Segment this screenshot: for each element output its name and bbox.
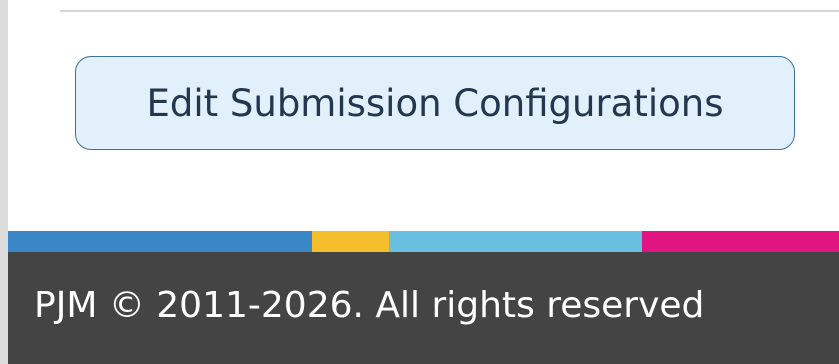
left-border: [0, 0, 8, 364]
section-divider: [60, 10, 839, 12]
main-content: Edit Submission Configurations: [8, 0, 839, 231]
edit-submission-configurations-button[interactable]: Edit Submission Configurations: [75, 56, 795, 150]
footer: PJM © 2011-2026. All rights reserved: [8, 252, 839, 364]
stripe-segment-yellow: [312, 231, 389, 252]
stripe-segment-light-blue: [389, 231, 642, 252]
page: Edit Submission Configurations PJM © 201…: [0, 0, 839, 364]
stripe-segment-blue: [8, 231, 312, 252]
footer-color-stripe: [8, 231, 839, 252]
footer-copyright-text: PJM © 2011-2026. All rights reserved: [34, 285, 705, 326]
stripe-segment-magenta: [642, 231, 839, 252]
